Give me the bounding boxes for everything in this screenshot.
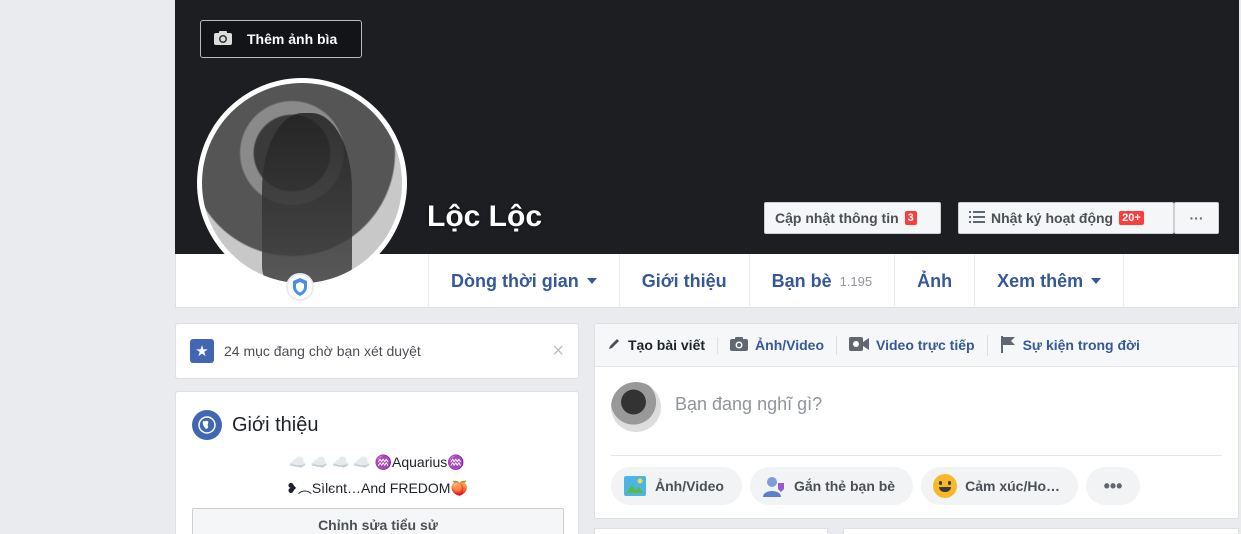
tab-life-event-label: Sự kiện trong đời (1022, 337, 1140, 353)
activity-log-label: Nhật ký hoạt động (991, 210, 1114, 226)
tab-live-video[interactable]: Video trực tiếp (836, 335, 987, 355)
video-camera-icon (849, 336, 869, 355)
activity-log-button[interactable]: Nhật ký hoạt động 20+ (958, 202, 1174, 234)
update-info-label: Cập nhật thông tin (775, 210, 899, 226)
tab-create-post-label: Tạo bài viết (628, 337, 706, 353)
activity-log-badge: 20+ (1119, 211, 1144, 225)
pencil-icon (607, 337, 621, 354)
smiley-icon (933, 474, 958, 498)
chip-photo-video-label: Ảnh/Video (655, 478, 724, 494)
composer-input[interactable]: Bạn đang nghĩ gì? (675, 394, 822, 415)
friends-count: 1.195 (839, 273, 873, 289)
caret-down-icon (1091, 278, 1102, 284)
composer-avatar[interactable] (611, 382, 661, 432)
intro-header: Giới thiệu (192, 410, 318, 440)
tab-friends-label: Bạn bè (771, 270, 832, 291)
chip-photo-video[interactable]: Ảnh/Video (611, 467, 742, 505)
update-info-badge: 3 (904, 211, 917, 225)
intro-title: Giới thiệu (232, 413, 319, 436)
tag-friends-icon (762, 474, 786, 498)
close-icon[interactable]: × (552, 340, 564, 363)
more-options-label: ··· (1189, 210, 1204, 226)
tab-about[interactable]: Giới thiệu (618, 254, 749, 308)
pending-review-text: 24 mục đang chờ bạn xét duyệt (224, 343, 421, 359)
tab-create-post[interactable]: Tạo bài viết (607, 337, 717, 354)
flag-icon (1000, 335, 1016, 356)
composer-chips: Ảnh/Video Gắn thẻ bạn bè Cảm xúc/Ho… ••• (611, 467, 1141, 505)
chip-tag-friends[interactable]: Gắn thẻ bạn bè (749, 467, 914, 505)
chip-tag-friends-label: Gắn thẻ bạn bè (793, 478, 896, 494)
partial-card (843, 528, 1239, 534)
bio-line-2: ❥︵Sìlєnt…And FREDOM🍑 (286, 480, 468, 496)
pending-review-card[interactable]: ★ 24 mục đang chờ bạn xét duyệt × (175, 323, 579, 379)
tab-photos-label: Ảnh (917, 270, 953, 291)
tab-life-event[interactable]: Sự kiện trong đời (986, 334, 1152, 356)
photo-icon (623, 474, 647, 498)
camera-icon (730, 336, 749, 354)
add-cover-photo-button[interactable]: Thêm ảnh bìa (200, 20, 362, 58)
bio-line-1: ☁️ ☁️ ☁️ ☁️ ♒Aquarius♒ (289, 454, 465, 470)
tab-photos[interactable]: Ảnh (894, 254, 974, 308)
tab-about-label: Giới thiệu (641, 270, 727, 291)
add-cover-label: Thêm ảnh bìa (247, 31, 338, 47)
tab-photo-video-label: Ảnh/Video (755, 337, 824, 353)
chip-more-button[interactable]: ••• (1086, 467, 1141, 505)
star-icon: ★ (190, 339, 214, 363)
tab-timeline-label: Dòng thời gian (451, 270, 579, 291)
profile-picture[interactable] (202, 83, 402, 283)
profile-guard-shield-icon[interactable] (286, 273, 314, 301)
tab-photo-video[interactable]: Ảnh/Video (717, 336, 836, 354)
profile-picture-frame[interactable] (197, 78, 407, 288)
profile-name[interactable]: Lộc Lộc (427, 200, 542, 234)
partial-card (594, 528, 828, 534)
edit-bio-button[interactable]: Chỉnh sửa tiểu sử (192, 508, 564, 534)
chip-feeling-label: Cảm xúc/Ho… (965, 478, 1061, 494)
camera-icon (213, 30, 233, 49)
chip-feeling[interactable]: Cảm xúc/Ho… (921, 467, 1079, 505)
tab-live-video-label: Video trực tiếp (876, 337, 975, 353)
tab-more-label: Xem thêm (997, 270, 1084, 291)
composer-tabs: Tạo bài viết Ảnh/Video Video trực tiếp S… (595, 324, 1238, 367)
more-options-button[interactable]: ··· (1174, 202, 1219, 234)
divider (611, 455, 1222, 456)
chip-more-label: ••• (1103, 475, 1123, 496)
intro-card: Giới thiệu ☁️ ☁️ ☁️ ☁️ ♒Aquarius♒ ❥︵Sìlє… (175, 391, 579, 534)
list-icon (969, 210, 985, 227)
caret-down-icon (586, 278, 597, 284)
post-composer: Tạo bài viết Ảnh/Video Video trực tiếp S… (594, 323, 1239, 519)
globe-icon (192, 410, 222, 440)
tab-timeline[interactable]: Dòng thời gian (428, 254, 619, 308)
update-info-button[interactable]: Cập nhật thông tin 3 (764, 202, 941, 234)
tab-more[interactable]: Xem thêm (974, 254, 1125, 308)
tab-friends[interactable]: Bạn bè 1.195 (748, 254, 895, 308)
